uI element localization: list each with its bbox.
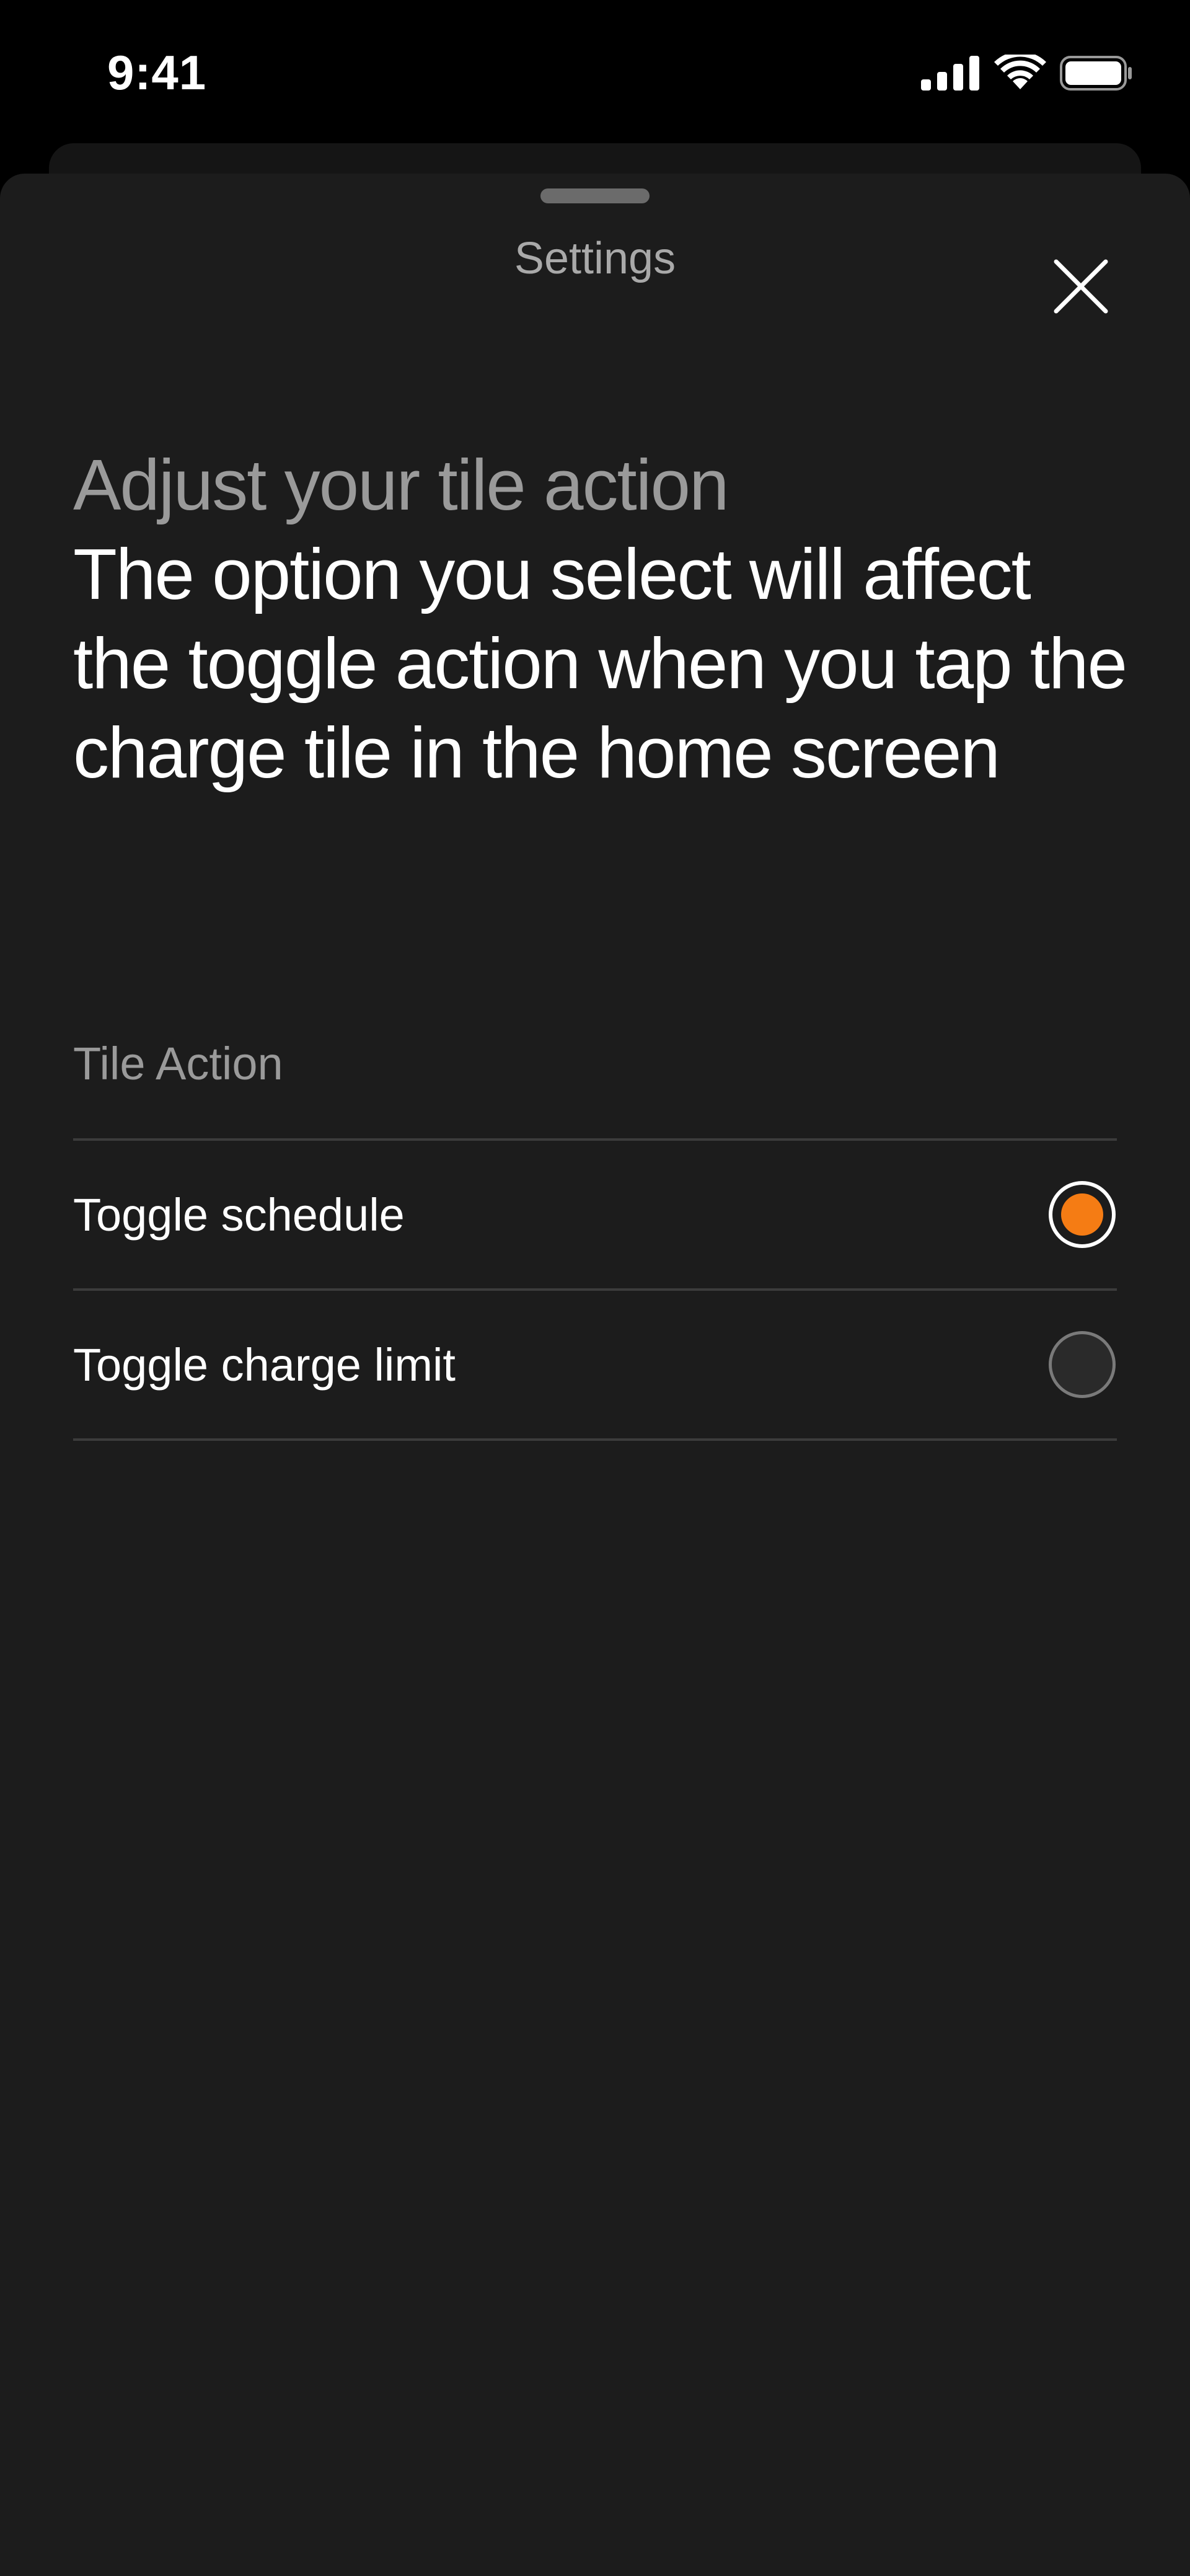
radio-selected-dot bbox=[1061, 1193, 1103, 1236]
intro-body: The option you select will affect the to… bbox=[73, 534, 1127, 793]
close-icon bbox=[1049, 259, 1113, 321]
option-toggle-schedule[interactable]: Toggle schedule bbox=[73, 1141, 1117, 1291]
intro-text: Adjust your tile action The option you s… bbox=[73, 440, 1139, 797]
status-time: 9:41 bbox=[107, 45, 207, 100]
tile-action-label: Tile Action bbox=[73, 1038, 283, 1089]
status-bar: 9:41 bbox=[0, 0, 1190, 149]
close-button[interactable] bbox=[1049, 254, 1113, 319]
option-label: Toggle schedule bbox=[73, 1188, 405, 1241]
settings-sheet: Settings Adjust your tile action The opt… bbox=[0, 174, 1190, 2576]
sheet-grabber[interactable] bbox=[540, 188, 650, 203]
option-toggle-charge-limit[interactable]: Toggle charge limit bbox=[73, 1291, 1117, 1441]
option-label: Toggle charge limit bbox=[73, 1339, 456, 1391]
cellular-signal-icon bbox=[921, 56, 981, 94]
wifi-icon bbox=[994, 51, 1046, 95]
radio-button-selected[interactable] bbox=[1049, 1181, 1116, 1248]
intro-heading: Adjust your tile action bbox=[73, 445, 729, 525]
radio-button-unselected[interactable] bbox=[1049, 1331, 1116, 1398]
sheet-title: Settings bbox=[514, 234, 676, 283]
status-icons bbox=[921, 51, 1133, 95]
battery-icon bbox=[1060, 55, 1133, 95]
tile-action-options: Toggle schedule Toggle charge limit bbox=[73, 1138, 1117, 1441]
